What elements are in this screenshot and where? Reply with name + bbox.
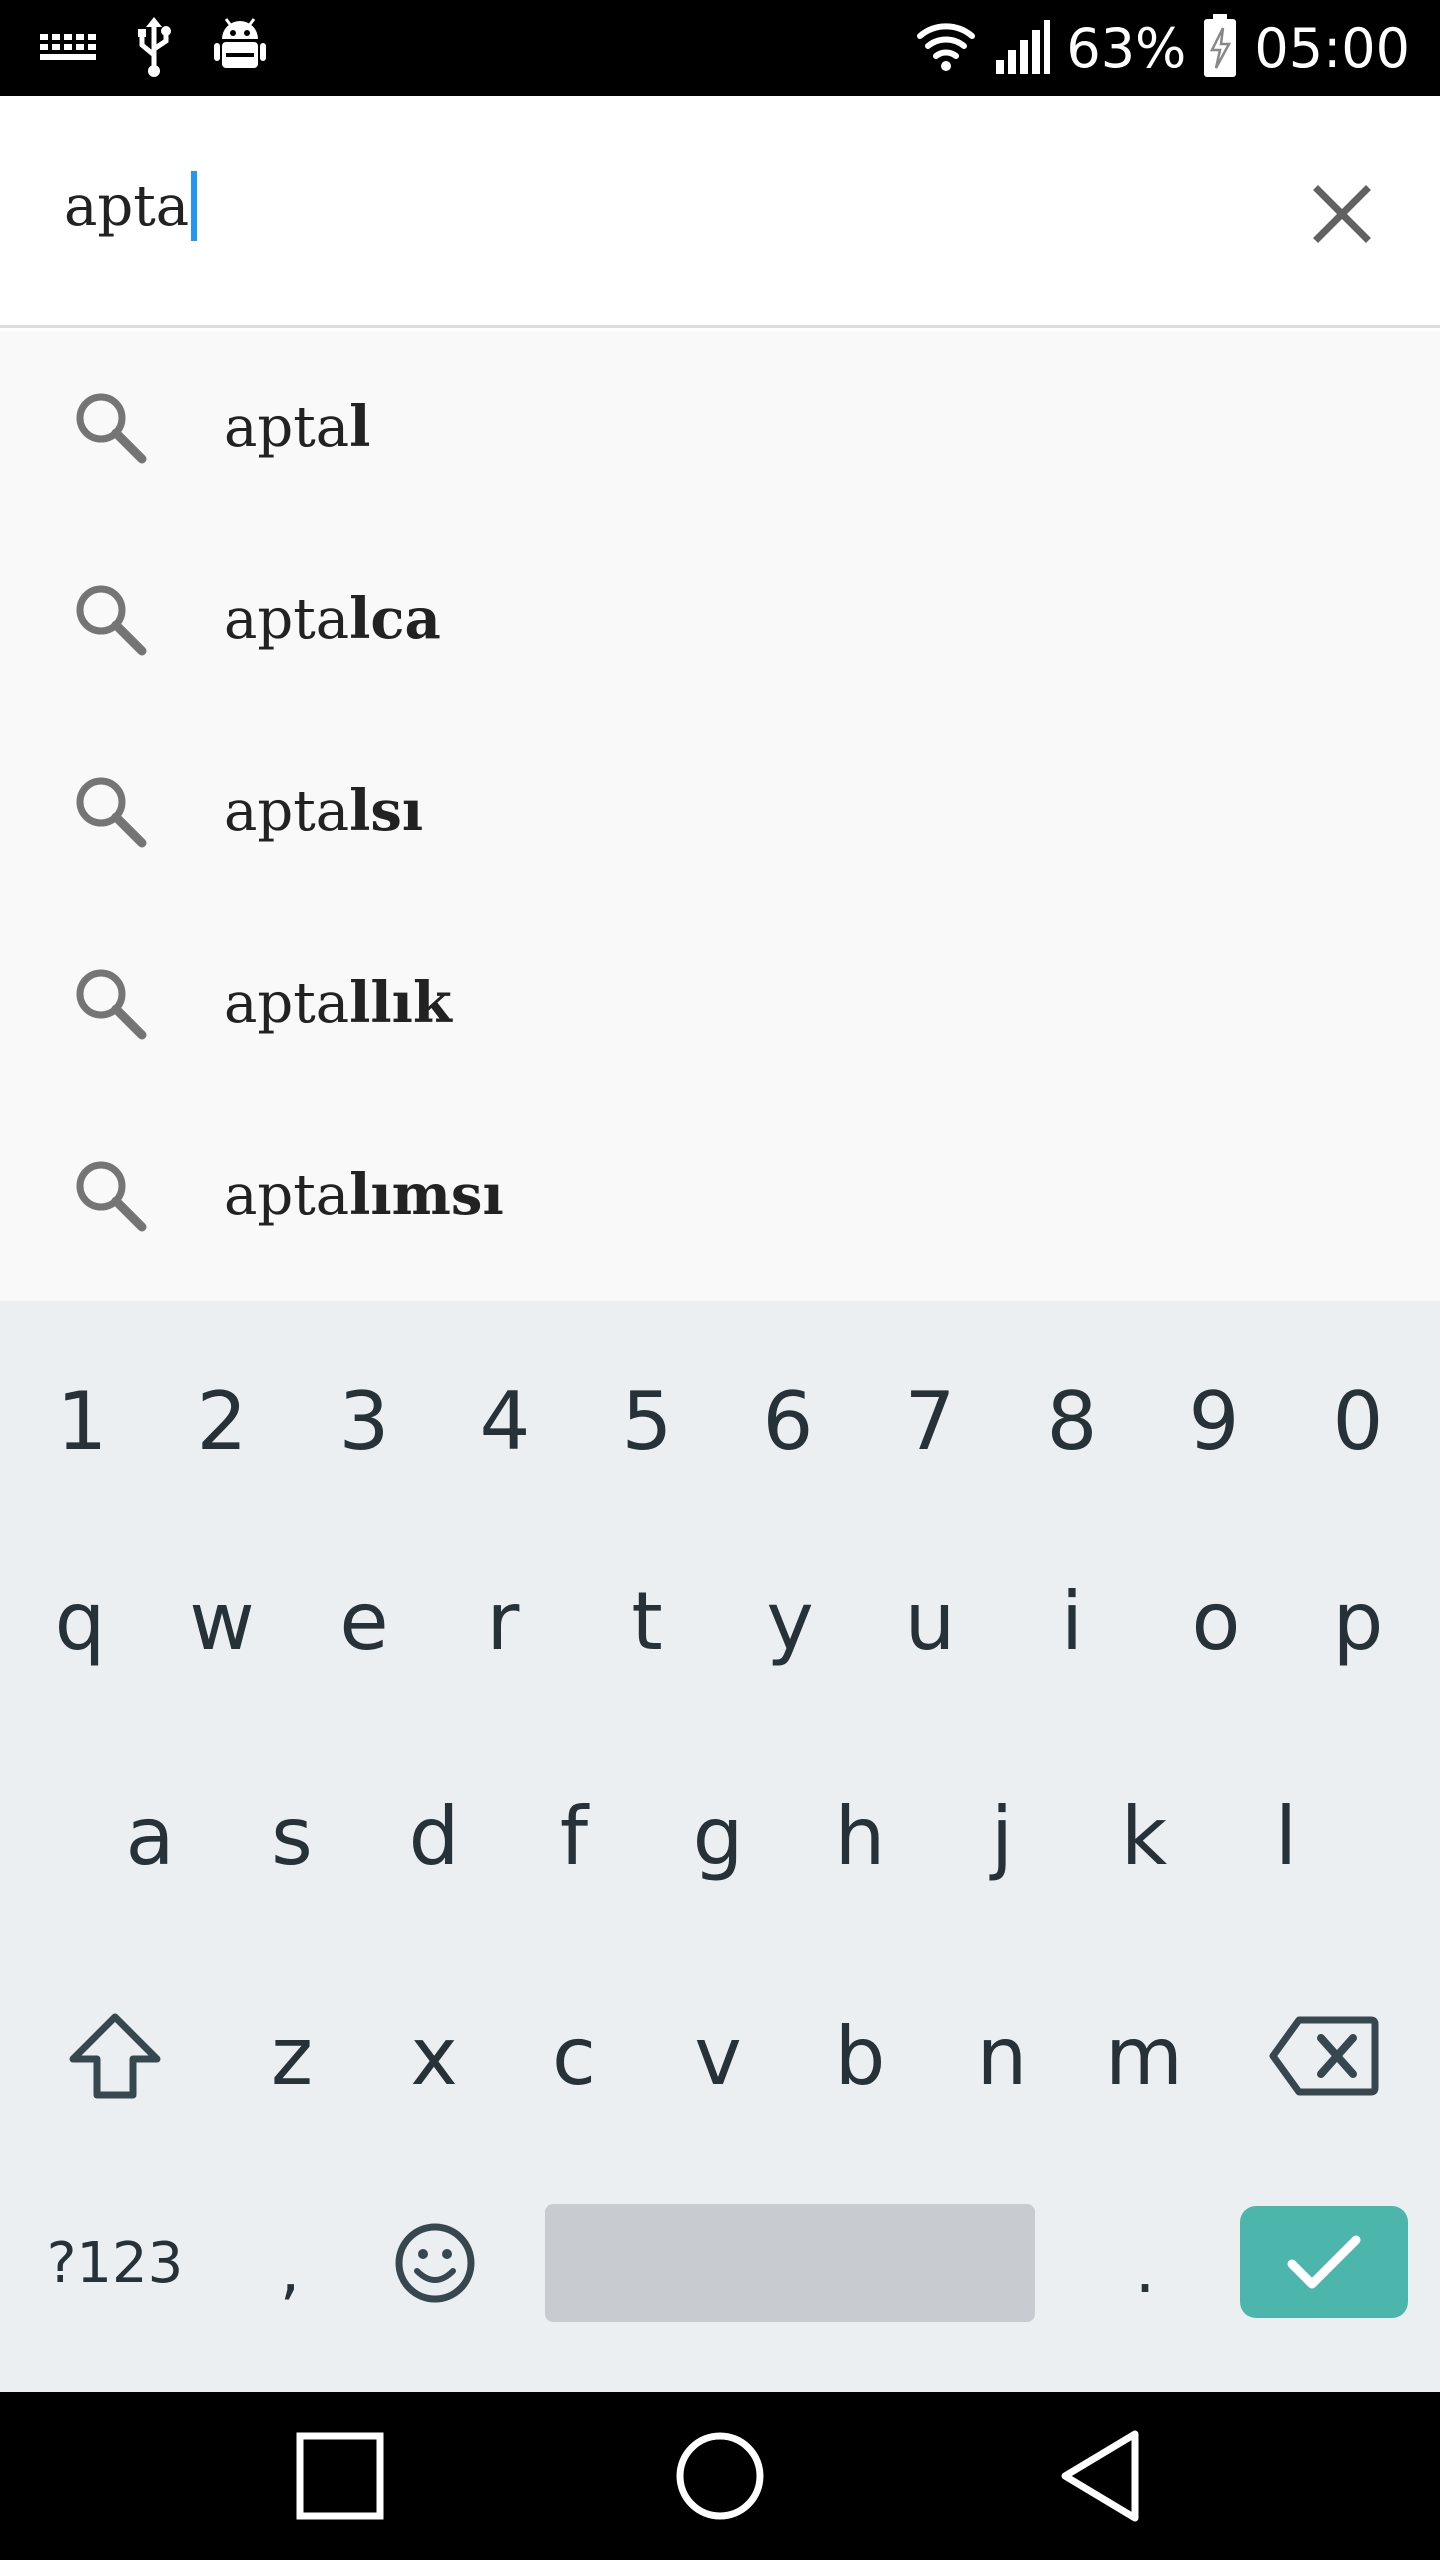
suggestion-label: apta l	[224, 394, 371, 460]
suggestion-item[interactable]: apta llık	[0, 907, 1440, 1099]
key-z[interactable]: z	[230, 1991, 354, 2121]
suggestion-item[interactable]: apta lca	[0, 523, 1440, 715]
suggestion-label: apta llık	[224, 970, 452, 1036]
key-f[interactable]: f	[512, 1771, 636, 1901]
key-x[interactable]: x	[372, 1991, 496, 2121]
keyboard-icon	[40, 32, 96, 66]
battery-charging-icon	[1202, 14, 1238, 82]
search-icon	[70, 771, 150, 851]
key-c[interactable]: c	[512, 1991, 636, 2121]
key-3[interactable]: 3	[302, 1361, 426, 1481]
suggestion-item[interactable]: apta lsı	[0, 715, 1440, 907]
navigation-bar	[0, 2392, 1440, 2560]
recents-button[interactable]	[290, 2426, 390, 2526]
clear-search-button[interactable]	[1300, 172, 1384, 256]
search-icon	[70, 963, 150, 1043]
symbols-key[interactable]: ?123	[20, 2201, 210, 2325]
battery-percent: 63%	[1066, 16, 1187, 80]
backspace-key[interactable]	[1262, 1991, 1386, 2121]
close-icon	[1313, 185, 1371, 243]
period-key[interactable]: .	[1100, 2201, 1190, 2341]
usb-icon	[136, 17, 172, 81]
key-j[interactable]: j	[940, 1771, 1064, 1901]
comma-key[interactable]: ,	[240, 2201, 340, 2341]
key-9[interactable]: 9	[1152, 1361, 1276, 1481]
search-icon	[70, 1155, 150, 1235]
key-0[interactable]: 0	[1296, 1361, 1420, 1481]
key-7[interactable]: 7	[868, 1361, 992, 1481]
key-a[interactable]: a	[88, 1771, 212, 1901]
key-1[interactable]: 1	[20, 1361, 144, 1481]
key-6[interactable]: 6	[726, 1361, 850, 1481]
key-b[interactable]: b	[798, 1991, 922, 2121]
smiley-face-icon	[395, 2223, 475, 2303]
key-i[interactable]: i	[1010, 1556, 1134, 1686]
search-icon	[70, 579, 150, 659]
status-bar: 63% 05:00	[0, 0, 1440, 96]
key-d[interactable]: d	[372, 1771, 496, 1901]
space-key[interactable]	[545, 2204, 1035, 2322]
suggestion-label: apta lsı	[224, 778, 424, 844]
wifi-icon	[914, 18, 978, 78]
key-5[interactable]: 5	[585, 1361, 709, 1481]
key-o[interactable]: o	[1154, 1556, 1278, 1686]
key-q[interactable]: q	[18, 1556, 142, 1686]
home-button[interactable]	[670, 2426, 770, 2526]
suggestion-item[interactable]: apta l	[0, 331, 1440, 523]
key-r[interactable]: r	[441, 1556, 565, 1686]
key-k[interactable]: k	[1082, 1771, 1206, 1901]
key-t[interactable]: t	[585, 1556, 709, 1686]
back-button[interactable]	[1050, 2426, 1150, 2526]
signal-icon	[994, 18, 1051, 78]
key-u[interactable]: u	[868, 1556, 992, 1686]
search-header: apta	[0, 96, 1440, 328]
soft-keyboard: 1 2 3 4 5 6 7 8 9 0 q w e r t y u i o p …	[0, 1301, 1440, 2392]
status-bar-system: 63% 05:00	[914, 0, 1410, 96]
key-g[interactable]: g	[656, 1771, 780, 1901]
clock: 05:00	[1254, 16, 1410, 80]
key-w[interactable]: w	[160, 1556, 284, 1686]
backspace-icon	[1269, 2016, 1379, 2096]
done-key[interactable]	[1240, 2206, 1408, 2318]
key-8[interactable]: 8	[1010, 1361, 1134, 1481]
key-e[interactable]: e	[302, 1556, 426, 1686]
shift-key[interactable]	[50, 1991, 180, 2121]
suggestion-label: apta lca	[224, 586, 441, 652]
android-debug-icon	[212, 17, 268, 81]
shift-arrow-icon	[69, 2013, 161, 2099]
key-y[interactable]: y	[728, 1556, 852, 1686]
key-n[interactable]: n	[940, 1991, 1064, 2121]
search-input[interactable]: apta	[64, 166, 198, 246]
suggestion-label: apta lımsı	[224, 1162, 504, 1228]
emoji-key[interactable]	[380, 2201, 490, 2325]
key-4[interactable]: 4	[443, 1361, 567, 1481]
key-l[interactable]: l	[1224, 1771, 1348, 1901]
search-query-text: apta	[64, 173, 190, 239]
key-v[interactable]: v	[656, 1991, 780, 2121]
suggestion-item[interactable]: apta lımsı	[0, 1099, 1440, 1291]
status-bar-notifications	[40, 14, 268, 84]
recents-square-icon	[296, 2432, 384, 2520]
home-circle-icon	[676, 2432, 764, 2520]
text-cursor	[191, 171, 198, 241]
key-h[interactable]: h	[798, 1771, 922, 1901]
checkmark-icon	[1287, 2235, 1361, 2289]
key-m[interactable]: m	[1082, 1991, 1206, 2121]
suggestion-list: apta l apta lca apta lsı apta llık apta lımsı	[0, 331, 1440, 1301]
key-2[interactable]: 2	[160, 1361, 284, 1481]
search-icon	[70, 387, 150, 467]
key-p[interactable]: p	[1296, 1556, 1420, 1686]
key-s[interactable]: s	[230, 1771, 354, 1901]
back-triangle-icon	[1061, 2430, 1139, 2522]
